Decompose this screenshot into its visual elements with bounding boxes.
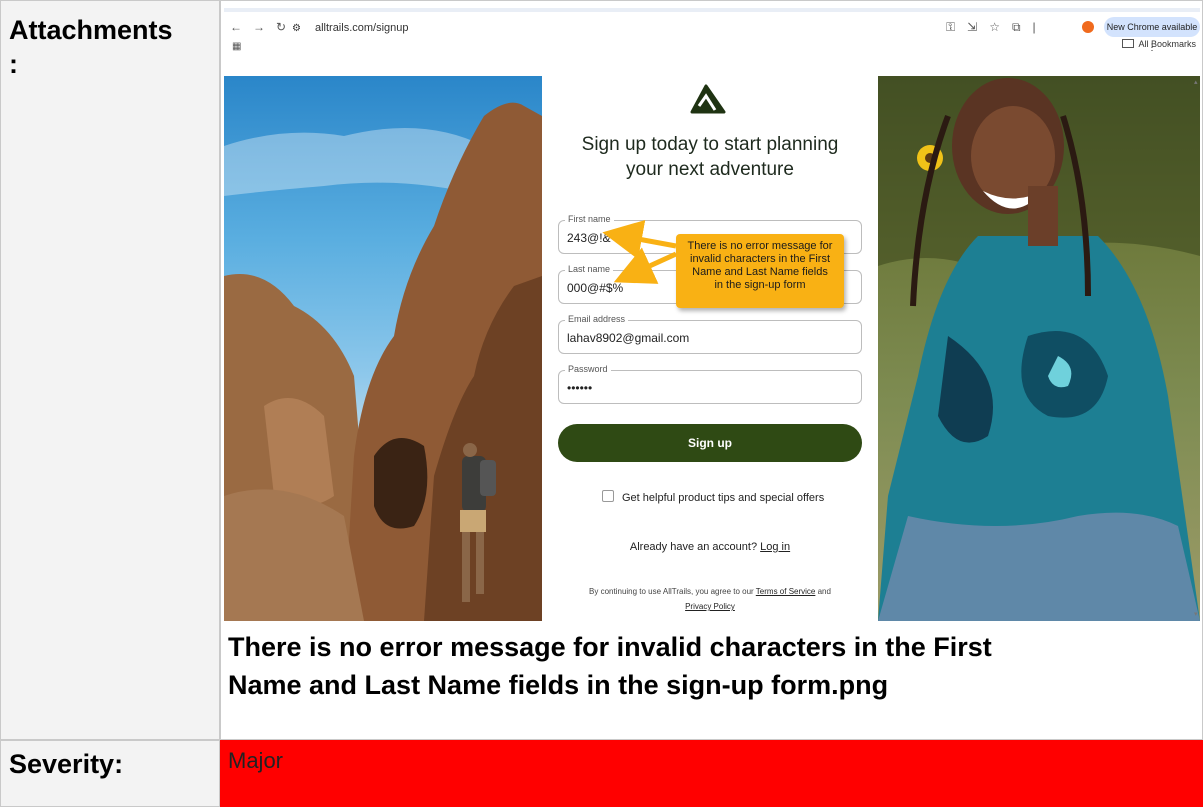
callout-line-1: There is no error message for [687,240,833,252]
attachments-label-colon: : [9,49,18,79]
severity-label-cell: Severity: [0,740,220,807]
scroll-up-icon[interactable]: ▴ [1194,78,1200,86]
password-label: Password [565,364,611,374]
woman-photo-illustration [878,76,1200,621]
signup-form: Sign up today to start planning your nex… [542,76,878,621]
product-tips-option[interactable]: Get helpful product tips and special off… [602,490,824,504]
terms-and: and [817,587,831,596]
address-bar[interactable]: ⚙ alltrails.com/signup [292,18,932,38]
site-info-icon[interactable]: ⚙ [292,23,301,34]
url-text: alltrails.com/signup [314,22,409,34]
last-name-label: Last name [565,264,614,274]
apps-icon[interactable]: ▦ [232,41,241,52]
caption-line-2: Name and Last Name fields in the sign-up… [228,670,889,700]
callout-line-2: invalid characters in the First [690,253,830,265]
all-bookmarks[interactable]: All Bookmarks [1122,39,1196,49]
hiker-photo [224,76,542,621]
password-value: •••••• [567,381,593,395]
alltrails-logo-icon [690,84,726,114]
last-name-value: 000@#$% [567,281,624,295]
attachment-caption: There is no error message for invalid ch… [228,628,1188,704]
password-key-icon[interactable]: ⚿ [946,20,955,34]
extensions-icon[interactable]: ⧉ [1012,20,1021,34]
password-field[interactable]: Password •••••• [558,364,862,404]
already-text: Already have an account? [629,541,758,553]
profile-icon[interactable] [1082,21,1094,33]
severity-value-cell [220,740,1203,807]
signup-button[interactable]: Sign up [558,424,862,462]
back-icon[interactable]: ← [230,20,242,34]
divider-icon: | [1032,20,1036,34]
email-value: lahav8902@gmail.com [567,331,690,345]
already-have-account: Already have an account? Log in [542,541,878,553]
terms-prefix: By continuing to use AllTrails, you agre… [589,587,754,596]
callout-line-4: in the sign-up form [714,279,806,291]
email-label: Email address [565,314,629,324]
new-chrome-label: New Chrome available [1106,22,1198,32]
heading-line-2: your next adventure [626,159,794,180]
nav-buttons: ← → ↻ [230,20,297,34]
privacy-policy-link[interactable]: Privacy Policy [685,602,735,611]
install-icon[interactable]: ⇲ [967,20,977,34]
product-tips-checkbox[interactable] [602,490,614,502]
attachment-screenshot[interactable]: ← → ↻ ⚙ alltrails.com/signup ⚿ ⇲ ☆ ⧉ | New Chro… [224,8,1200,621]
smiling-woman-photo [878,76,1200,621]
attachments-label: Attachments [9,15,173,45]
attachments-label-cell: Attachments : [0,0,220,740]
tab-strip [224,8,1200,12]
all-bookmarks-label: All Bookmarks [1138,39,1196,49]
email-field[interactable]: Email address lahav8902@gmail.com [558,314,862,354]
severity-value: Major [228,748,284,773]
product-tips-label: Get helpful product tips and special off… [622,492,825,504]
callout-line-3: Name and Last Name fields [692,266,828,278]
first-name-value: 243@!& [567,231,611,245]
folder-icon [1122,39,1135,48]
first-name-label: First name [565,214,614,224]
severity-label: Severity: [9,749,124,779]
scroll-down-icon[interactable]: ▾ [1194,610,1200,618]
terms-notice: By continuing to use AllTrails, you agre… [572,584,848,614]
new-chrome-button[interactable]: New Chrome available ⋮ [1104,17,1200,52]
login-link[interactable]: Log in [760,541,790,553]
reload-icon[interactable]: ↻ [276,20,286,34]
signup-heading: Sign up today to start planning your nex… [542,132,878,182]
star-icon[interactable]: ☆ [989,20,1000,34]
forward-icon[interactable]: → [253,20,265,34]
browser-toolbar: ← → ↻ ⚙ alltrails.com/signup ⚿ ⇲ ☆ ⧉ | New Chro… [224,8,1200,54]
annotation-callout: There is no error message for invalid ch… [676,234,844,308]
caption-line-1: There is no error message for invalid ch… [228,632,992,662]
toolbar-icons: ⚿ ⇲ ☆ ⧉ | [946,20,1048,35]
heading-line-1: Sign up today to start planning [581,134,839,155]
hiker-photo-illustration [224,102,542,621]
terms-of-service-link[interactable]: Terms of Service [756,587,816,596]
